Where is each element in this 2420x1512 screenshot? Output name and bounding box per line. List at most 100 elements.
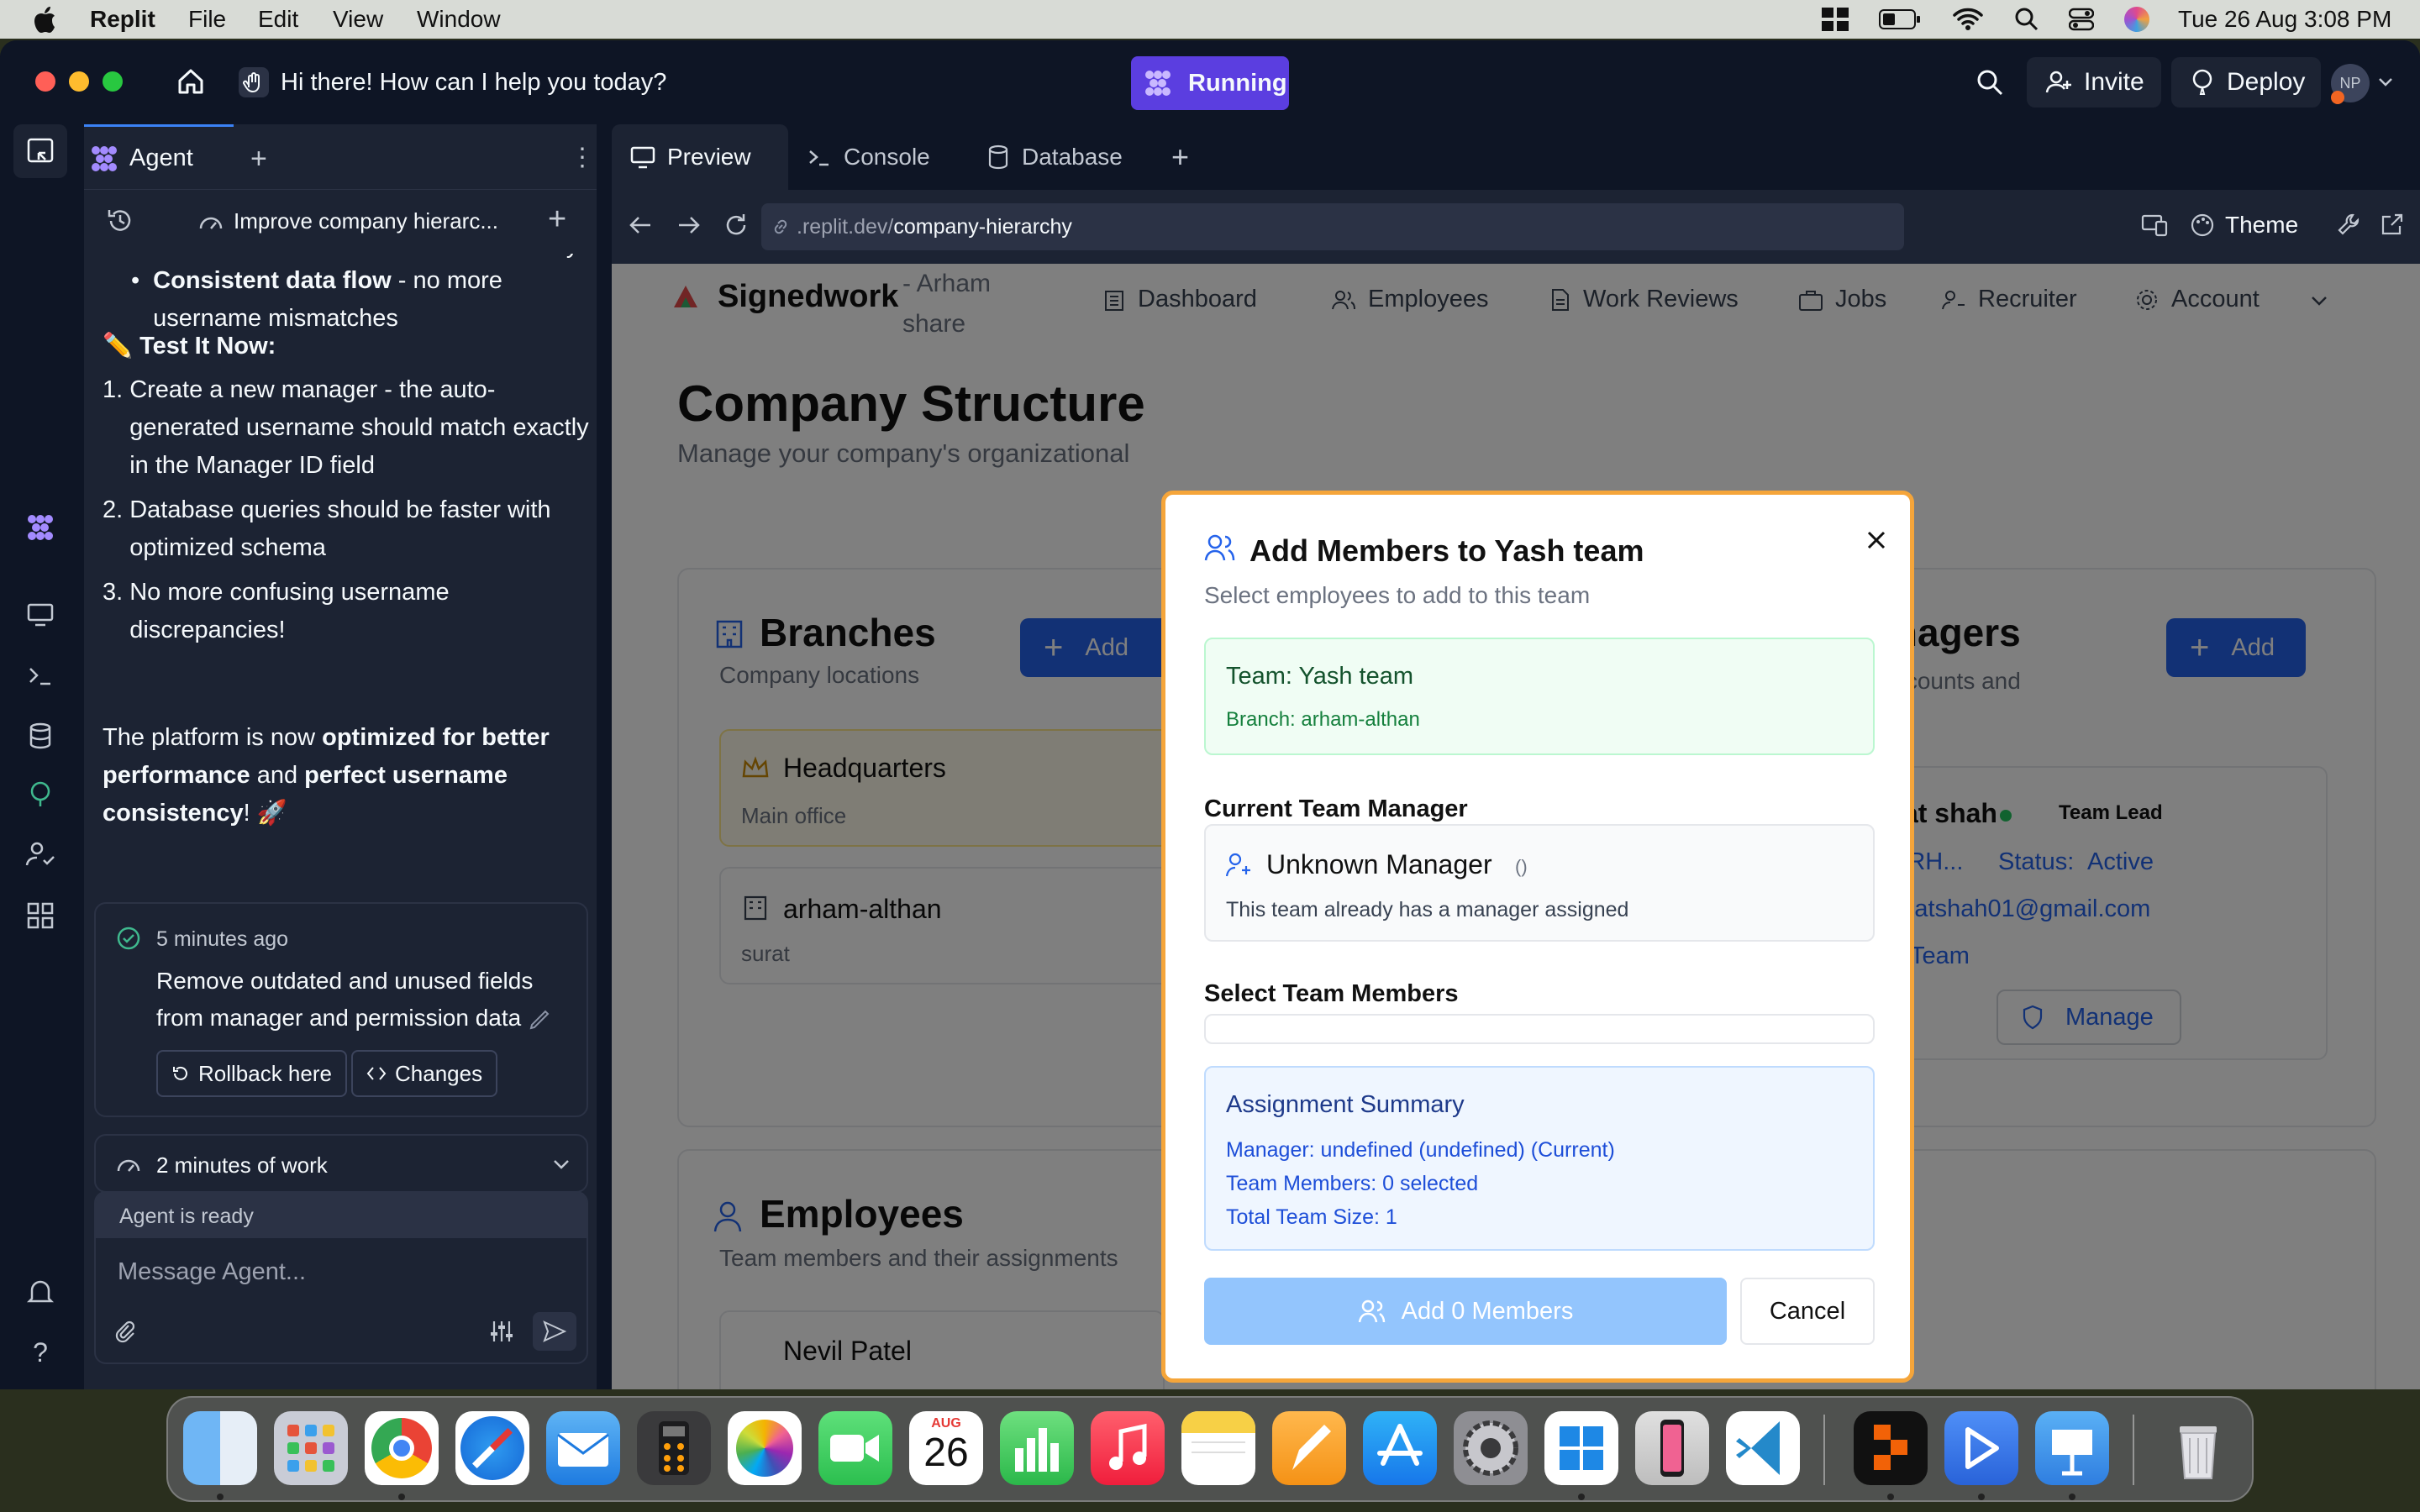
- home-icon[interactable]: [176, 67, 205, 96]
- agent-prompt-title[interactable]: Hi there! How can I help you today?: [281, 69, 666, 97]
- theme-button[interactable]: Theme: [2190, 212, 2298, 239]
- menu-file[interactable]: File: [188, 6, 226, 33]
- more-options-icon[interactable]: ⋮: [570, 143, 595, 172]
- invite-button[interactable]: Invite: [2027, 57, 2161, 108]
- spotlight-search-icon[interactable]: [2015, 8, 2039, 31]
- tab-preview[interactable]: Preview: [612, 124, 788, 190]
- launchpad-icon[interactable]: [274, 1411, 348, 1485]
- cancel-button[interactable]: Cancel: [1740, 1278, 1875, 1345]
- message-input[interactable]: Message Agent...: [118, 1258, 571, 1286]
- wifi-icon[interactable]: [1953, 8, 1983, 31]
- alerts-icon[interactable]: [25, 1277, 55, 1307]
- agent-tool-icon[interactable]: [25, 512, 55, 543]
- siri-icon[interactable]: [2124, 7, 2149, 32]
- finder-icon[interactable]: [183, 1411, 257, 1485]
- chevron-down-icon[interactable]: [2378, 77, 2393, 87]
- work-summary-row[interactable]: 2 minutes of work: [94, 1134, 588, 1193]
- user-check-icon[interactable]: [25, 840, 55, 870]
- iphone-mirroring-icon[interactable]: [1635, 1411, 1709, 1485]
- send-button[interactable]: [533, 1312, 576, 1351]
- members-list[interactable]: [1204, 1014, 1875, 1044]
- add-tab-plus-icon[interactable]: +: [1171, 139, 1189, 175]
- add-members-button[interactable]: Add 0 Members: [1204, 1278, 1727, 1345]
- reload-icon[interactable]: [723, 212, 750, 239]
- chrome-icon[interactable]: [365, 1411, 439, 1485]
- console-tool-icon[interactable]: [25, 660, 55, 690]
- minimize-window-button[interactable]: [69, 71, 89, 92]
- user-plus-icon: [2045, 69, 2072, 96]
- menu-date[interactable]: Tue 26 Aug: [2178, 6, 2297, 33]
- keynote-icon[interactable]: [2035, 1411, 2109, 1485]
- preview-tool-icon[interactable]: [25, 600, 55, 630]
- url-field[interactable]: .replit.dev/company-hierarchy: [761, 203, 1904, 250]
- agent-status-label: Agent is ready: [119, 1205, 254, 1228]
- music-icon[interactable]: [1091, 1411, 1165, 1485]
- search-icon[interactable]: [1976, 69, 2003, 96]
- checkpoint-text: Remove outdated and unused fields from m…: [156, 968, 534, 1031]
- calculator-icon[interactable]: [637, 1411, 711, 1485]
- notes-icon[interactable]: [1181, 1411, 1255, 1485]
- apple-icon[interactable]: [32, 5, 57, 34]
- menu-app-name[interactable]: Replit: [90, 6, 155, 33]
- replit-logo-icon: [1143, 68, 1173, 98]
- settings-sliders-icon[interactable]: [489, 1319, 514, 1344]
- edit-pencil-icon[interactable]: [528, 1006, 553, 1032]
- workspace-tab-bar: Preview Console Database +: [612, 124, 2420, 190]
- tab-database-label: Database: [1022, 144, 1123, 170]
- facetime-icon[interactable]: [818, 1411, 892, 1485]
- new-tab-plus-icon[interactable]: +: [250, 143, 267, 176]
- replit-window: Hi there! How can I help you today? Runn…: [0, 40, 2420, 1389]
- running-status-button[interactable]: Running: [1131, 56, 1289, 110]
- system-settings-icon[interactable]: [1454, 1411, 1528, 1485]
- steps-list: 1. Create a new manager - the auto-genera…: [103, 371, 590, 649]
- expand-chevron-icon[interactable]: [553, 1159, 570, 1169]
- photos-icon[interactable]: [728, 1411, 802, 1485]
- devices-icon[interactable]: [2141, 213, 2168, 237]
- safari-icon[interactable]: [455, 1411, 529, 1485]
- trash-icon[interactable]: [2161, 1411, 2235, 1485]
- control-center-icon[interactable]: [2069, 8, 2094, 31]
- session-title[interactable]: Improve company hierarc...: [198, 208, 498, 234]
- vscode-icon[interactable]: [1726, 1411, 1800, 1485]
- history-icon[interactable]: [106, 207, 134, 235]
- new-session-plus-icon[interactable]: +: [548, 202, 566, 238]
- numbers-icon[interactable]: [1000, 1411, 1074, 1485]
- pages-icon[interactable]: [1272, 1411, 1346, 1485]
- maximize-window-button[interactable]: [103, 71, 123, 92]
- back-arrow-icon[interactable]: [629, 213, 654, 237]
- tab-agent[interactable]: Agent: [84, 124, 234, 190]
- attach-paperclip-icon[interactable]: [113, 1319, 136, 1344]
- help-icon[interactable]: ?: [25, 1337, 55, 1368]
- mail-icon[interactable]: [546, 1411, 620, 1485]
- database-tool-icon[interactable]: [25, 721, 55, 751]
- check-circle-icon: [116, 926, 141, 951]
- tab-console[interactable]: Console: [788, 124, 968, 190]
- control-grid-icon[interactable]: [1822, 8, 1849, 31]
- gauge-icon: [198, 210, 224, 234]
- calendar-icon[interactable]: AUG 26: [909, 1411, 983, 1485]
- app-store-icon[interactable]: [1363, 1411, 1437, 1485]
- open-external-icon[interactable]: [2380, 212, 2405, 237]
- menu-time[interactable]: 3:08 PM: [2304, 6, 2391, 33]
- menu-view[interactable]: View: [333, 6, 383, 33]
- deployments-tool-icon[interactable]: [25, 780, 55, 810]
- close-window-button[interactable]: [35, 71, 55, 92]
- forward-arrow-icon[interactable]: [676, 213, 701, 237]
- changes-button[interactable]: Changes: [351, 1050, 498, 1097]
- current-manager-heading: Current Team Manager: [1204, 795, 1468, 822]
- work-gauge-icon: [116, 1152, 141, 1176]
- agent-tab-bar: Agent + ⋮: [84, 124, 597, 190]
- deploy-button[interactable]: Deploy: [2171, 57, 2321, 108]
- wrench-icon[interactable]: [2336, 212, 2361, 237]
- file-explorer-icon[interactable]: [13, 124, 67, 178]
- replit-dock-icon[interactable]: [1854, 1411, 1928, 1485]
- all-tools-grid-icon[interactable]: [25, 900, 55, 931]
- screen-sharing-icon[interactable]: [1944, 1411, 2018, 1485]
- close-icon[interactable]: [1865, 528, 1888, 552]
- rollback-button[interactable]: Rollback here: [156, 1050, 347, 1097]
- menu-window[interactable]: Window: [417, 6, 501, 33]
- menu-edit[interactable]: Edit: [258, 6, 298, 33]
- tab-database[interactable]: Database: [968, 124, 1158, 190]
- battery-icon[interactable]: [1879, 9, 1921, 29]
- windows-app-icon[interactable]: [1544, 1411, 1618, 1485]
